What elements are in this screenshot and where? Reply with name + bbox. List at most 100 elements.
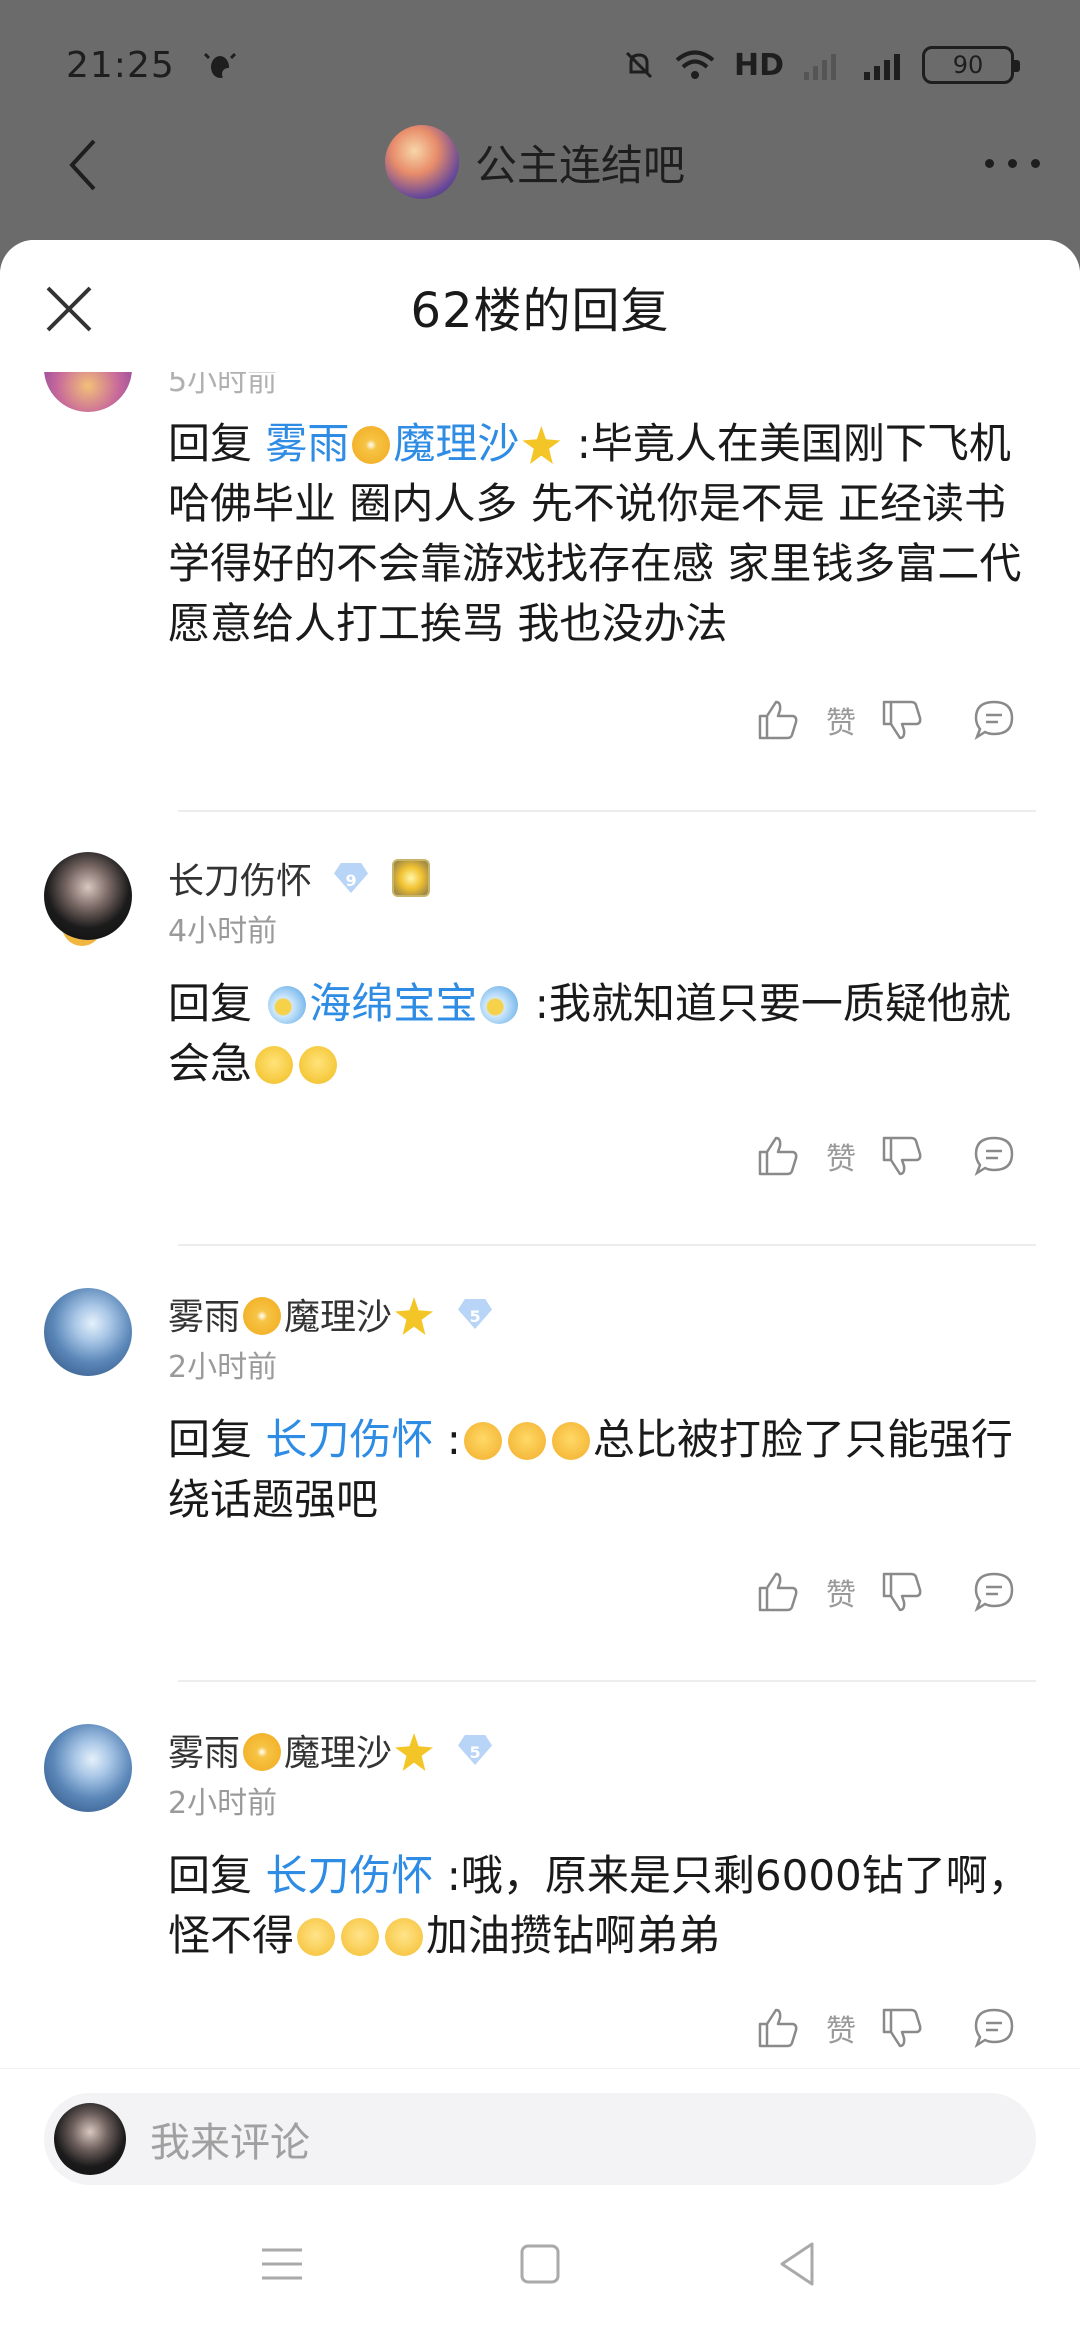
thumbs-down-icon[interactable] [880, 2006, 924, 2050]
comment-time: 4小时前 [168, 914, 278, 949]
thumbs-down-icon[interactable] [880, 1134, 924, 1178]
thumbs-up-icon[interactable] [756, 2006, 800, 2050]
thumbs-up-icon[interactable] [756, 1570, 800, 1614]
close-icon[interactable] [40, 280, 98, 338]
battery-level: 90 [952, 51, 984, 79]
like-label[interactable]: 赞 [826, 1134, 856, 1178]
status-time: 21:25 [66, 44, 175, 86]
hand-over-mouth-emoji-icon [507, 1422, 546, 1460]
comment-time: 5小时前 [168, 372, 278, 399]
forum-avatar [385, 125, 459, 199]
hand-over-mouth-emoji-icon [551, 1422, 590, 1460]
avatar[interactable] [44, 1288, 132, 1376]
bug-notification-icon [203, 52, 236, 80]
my-avatar [54, 2103, 126, 2175]
grin-emoji-icon [385, 1918, 424, 1956]
like-label[interactable]: 赞 [826, 2006, 856, 2050]
comment-bubble-icon[interactable] [972, 2006, 1016, 2050]
medal-badge-icon [392, 859, 431, 897]
comment-actions: 赞 [756, 2006, 1016, 2050]
hand-over-mouth-emoji-icon [463, 1422, 502, 1460]
thumbs-down-icon[interactable] [880, 1570, 924, 1614]
dizzy-emoji-icon [480, 986, 519, 1024]
comment-input-placeholder[interactable]: 我来评论 [150, 2110, 310, 2168]
status-bar: 21:25 HD 90 [0, 0, 1080, 130]
sheet-title: 62楼的回复 [410, 283, 670, 339]
like-label[interactable]: 赞 [826, 698, 856, 742]
level-badge: 5 [458, 1735, 493, 1765]
comment-text: 回复 长刀伤怀 : 总比被打脸了只能强行绕话题强吧 [168, 1410, 1048, 1530]
plead-emoji-icon [299, 1046, 338, 1084]
author-row: 雾雨 魔理沙 5 [168, 1288, 493, 1340]
comment-input[interactable]: 我来评论 [44, 2093, 1036, 2185]
comment-bubble-icon[interactable] [972, 1134, 1016, 1178]
author-name[interactable]: 雾雨 魔理沙 [168, 1724, 436, 1776]
mention-link[interactable]: 雾雨 魔理沙 [265, 419, 563, 468]
reply-word: 回复 [168, 1415, 253, 1464]
author-row: 长刀伤怀 9 [168, 852, 431, 904]
divider [178, 1244, 1036, 1246]
cancer-emoji-icon [243, 1733, 282, 1771]
comment-time: 2小时前 [168, 1350, 278, 1385]
star-emoji-icon [522, 426, 561, 464]
dizzy-emoji-icon [268, 986, 307, 1024]
reply-word: 回复 [168, 1851, 253, 1900]
comment-composer-bar: 我来评论 [0, 2068, 1080, 2190]
forum-title-group[interactable]: 公主连结吧 [385, 125, 685, 199]
back-triangle-icon[interactable] [770, 2236, 826, 2292]
author-name[interactable]: 长刀伤怀 [168, 852, 312, 904]
comment-actions: 赞 [756, 1134, 1016, 1178]
comment-actions: 赞 [756, 698, 1016, 742]
mute-bell-icon [625, 51, 653, 79]
signal-off-icon [804, 54, 836, 80]
reply-word: 回复 [168, 419, 253, 468]
home-square-icon[interactable] [512, 2236, 568, 2292]
reply-body-tail: 加油攒钻啊弟弟 [426, 1911, 721, 1960]
comment-text: 回复 雾雨 魔理沙 :毕竟人在美国刚下飞机 哈佛毕业 圈内人多 先不说你是不是 正… [168, 414, 1048, 654]
author-name[interactable]: 雾雨 魔理沙 [168, 1288, 436, 1340]
divider [178, 1680, 1036, 1682]
comment-time: 2小时前 [168, 1786, 278, 1821]
cancer-emoji-icon [352, 426, 391, 464]
level-badge: 9 [334, 863, 369, 893]
thumbs-down-icon[interactable] [880, 698, 924, 742]
level-badge: 5 [458, 1299, 493, 1329]
star-emoji-icon [395, 1733, 434, 1771]
reply-list[interactable]: 5小时前 回复 雾雨 魔理沙 :毕竟人在美国刚下飞机 哈佛毕业 圈内人多 先不说你… [0, 372, 1080, 2080]
back-arrow-icon[interactable] [62, 135, 112, 195]
grin-emoji-icon [341, 1918, 380, 1956]
comment-bubble-icon[interactable] [972, 1570, 1016, 1614]
reply-lead: : [433, 1415, 461, 1464]
forum-title: 公主连结吧 [475, 140, 686, 190]
divider [178, 810, 1036, 812]
comment-text: 回复 长刀伤怀 :哦，原来是只剩6000钻了啊，怪不得 加油攒钻啊弟弟 [168, 1846, 1048, 1966]
mention-link[interactable]: 海绵宝宝 [265, 979, 521, 1028]
reply-sheet: 62楼的回复 5小时前 回复 雾雨 魔理沙 :毕竟人在美国刚下飞机 哈佛毕业 圈内… [0, 240, 1080, 2340]
reply-word: 回复 [168, 979, 253, 1028]
more-dots-icon[interactable] [985, 159, 1040, 168]
thumbs-up-icon[interactable] [756, 1134, 800, 1178]
avatar[interactable] [44, 1724, 132, 1812]
star-emoji-icon [395, 1297, 434, 1335]
mention-link[interactable]: 长刀伤怀 [265, 1415, 433, 1464]
mention-link[interactable]: 长刀伤怀 [265, 1851, 433, 1900]
avatar[interactable] [44, 852, 132, 940]
wifi-icon [675, 50, 715, 79]
like-label[interactable]: 赞 [826, 1570, 856, 1614]
forum-nav-bar: 公主连结吧 [0, 115, 1080, 215]
comment-bubble-icon[interactable] [972, 698, 1016, 742]
comment-actions: 赞 [756, 1570, 1016, 1614]
system-nav-bar [0, 2190, 1080, 2340]
thumbs-up-icon[interactable] [756, 698, 800, 742]
menu-lines-icon[interactable] [254, 2236, 310, 2292]
plead-emoji-icon [255, 1046, 294, 1084]
signal-4g-icon [864, 54, 900, 80]
grin-emoji-icon [297, 1918, 336, 1956]
avatar[interactable] [44, 372, 132, 412]
cancer-emoji-icon [243, 1297, 282, 1335]
battery-indicator: 90 [922, 46, 1020, 84]
hd-indicator: HD [733, 47, 784, 83]
comment-text: 回复 海绵宝宝 :我就知道只要一质疑他就会急 [168, 974, 1048, 1094]
background-page: 21:25 HD 90 公主连结吧 [0, 0, 1080, 260]
sheet-header: 62楼的回复 [0, 240, 1080, 372]
